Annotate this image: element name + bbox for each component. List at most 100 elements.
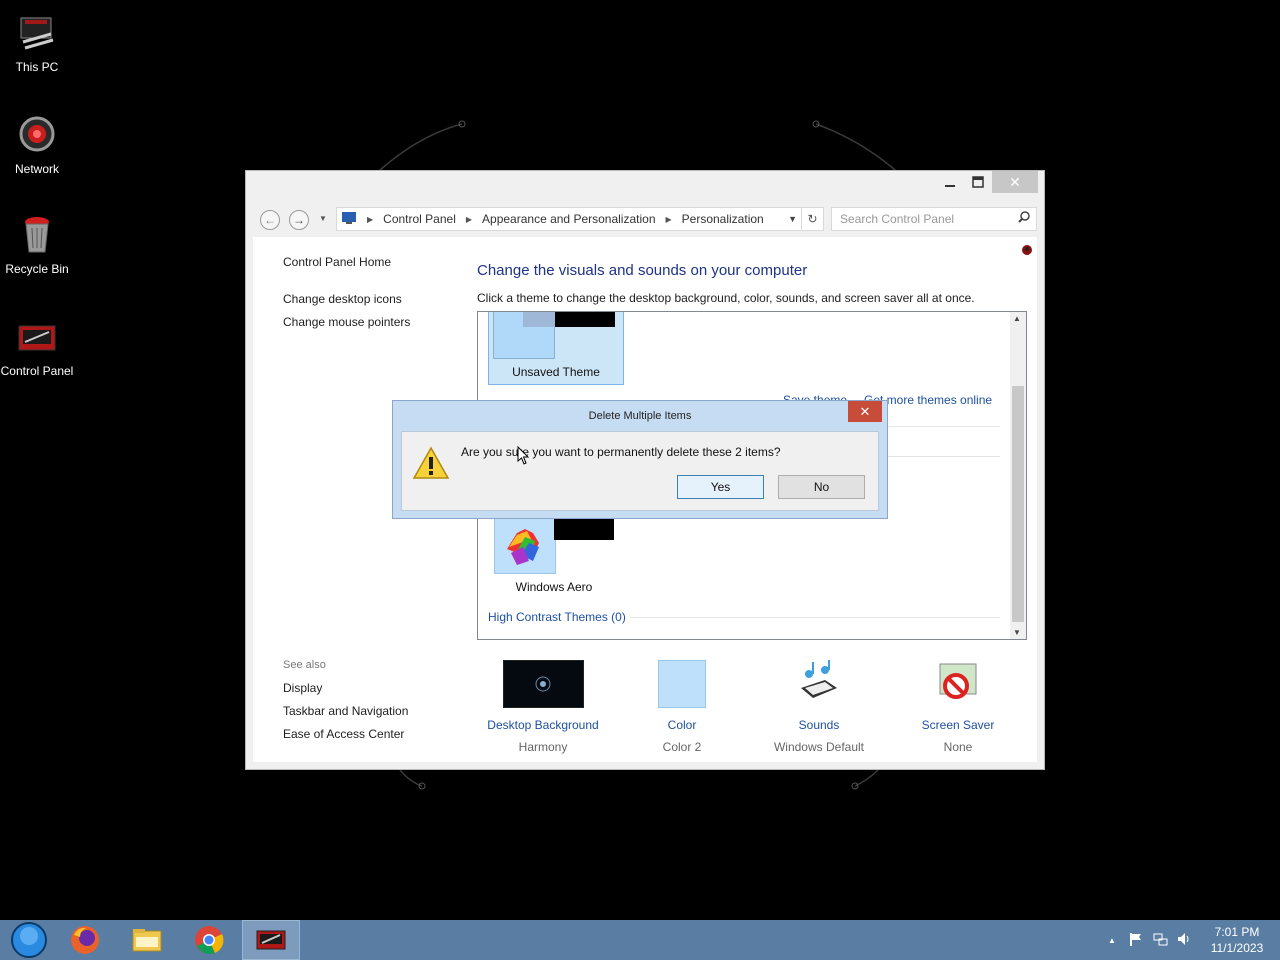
recycle-bin-icon xyxy=(15,214,59,258)
see-also-taskbar-navigation[interactable]: Taskbar and Navigation xyxy=(283,704,408,718)
clock-date: 11/1/2023 xyxy=(1210,941,1264,955)
network-icon xyxy=(15,114,59,158)
maximize-icon xyxy=(972,176,984,188)
theme-label-windows-aero: Windows Aero xyxy=(515,580,593,594)
close-icon: ✕ xyxy=(859,403,871,419)
start-button[interactable] xyxy=(0,920,58,960)
theme-tile-windows-aero[interactable]: Windows Aero xyxy=(492,518,616,598)
sidebar-link-change-mouse-pointers[interactable]: Change mouse pointers xyxy=(283,315,410,329)
breadcrumb-separator-icon: ▶ xyxy=(665,214,672,224)
desktop-icon-label: Control Panel xyxy=(0,364,74,378)
taskbar-file-explorer[interactable] xyxy=(118,920,176,960)
theme-preview-strip xyxy=(523,312,555,327)
desktop-icon-recycle-bin[interactable]: Recycle Bin xyxy=(0,214,74,276)
yes-button[interactable]: Yes xyxy=(677,475,764,499)
desktop-background-label: Desktop Background xyxy=(487,718,599,732)
control-panel-icon xyxy=(15,316,59,360)
theme-list-scrollbar[interactable]: ▲ ▼ xyxy=(1010,312,1026,639)
scrollbar-thumb[interactable] xyxy=(1012,386,1024,622)
desktop-icon-control-panel[interactable]: Control Panel xyxy=(0,316,74,378)
warning-icon xyxy=(412,446,450,485)
scroll-down-icon[interactable]: ▼ xyxy=(1013,628,1021,637)
search-icon[interactable] xyxy=(1018,211,1030,226)
search-input[interactable]: Search Control Panel xyxy=(831,207,1037,231)
action-center-flag-icon[interactable] xyxy=(1128,931,1144,950)
this-pc-icon xyxy=(15,12,59,56)
control-panel-small-icon xyxy=(341,211,357,228)
desktop-background-setting[interactable]: Desktop Background Harmony xyxy=(483,660,603,754)
taskbar-control-panel[interactable] xyxy=(242,920,300,960)
see-also-section: See also Display Taskbar and Navigation … xyxy=(283,659,408,741)
sidebar-link-change-desktop-icons[interactable]: Change desktop icons xyxy=(283,292,410,306)
taskbar-chrome[interactable] xyxy=(180,920,238,960)
address-dropdown-icon[interactable]: ▼ xyxy=(788,214,797,224)
back-button[interactable]: ← xyxy=(260,210,280,230)
sounds-label: Sounds xyxy=(798,718,840,732)
see-also-heading: See also xyxy=(283,659,326,671)
title-bar: ✕ xyxy=(246,171,1044,199)
sidebar-link-control-panel-home[interactable]: Control Panel Home xyxy=(283,255,410,269)
taskbar: ▲ 7:01 PM 11/1/2023 xyxy=(0,920,1280,960)
page-subtitle: Click a theme to change the desktop back… xyxy=(477,291,975,305)
sounds-value: Windows Default xyxy=(773,740,865,754)
desktop-icon-network[interactable]: Network xyxy=(0,114,74,176)
minimize-icon xyxy=(945,185,955,187)
recent-pages-dropdown[interactable]: ▼ xyxy=(319,214,327,223)
firefox-icon xyxy=(71,926,99,954)
screen-saver-setting[interactable]: Screen Saver None xyxy=(903,660,1013,754)
help-icon[interactable] xyxy=(1021,243,1033,261)
sounds-setting[interactable]: Sounds Windows Default xyxy=(759,660,879,754)
mouse-cursor-icon xyxy=(517,446,530,465)
breadcrumb-personalization[interactable]: Personalization xyxy=(682,212,764,226)
theme-color-preview xyxy=(494,518,556,574)
show-hidden-icons-button[interactable]: ▲ xyxy=(1108,936,1116,945)
close-icon: ✕ xyxy=(1009,173,1021,190)
high-contrast-themes-heading[interactable]: High Contrast Themes (0) xyxy=(488,610,626,624)
desktop-background-value: Harmony xyxy=(518,740,568,754)
screen-saver-icon xyxy=(934,660,982,708)
scroll-up-icon[interactable]: ▲ xyxy=(1013,314,1021,323)
chrome-icon xyxy=(195,926,224,955)
address-bar[interactable]: ▶ Control Panel ▶ Appearance and Persona… xyxy=(336,207,824,231)
desktop-background-thumbnail xyxy=(502,660,584,708)
start-orb-icon xyxy=(11,922,47,958)
clock-time: 7:01 PM xyxy=(1214,925,1260,939)
sounds-icon xyxy=(795,660,843,708)
theme-wallpaper-preview xyxy=(555,312,615,327)
minimize-button[interactable] xyxy=(936,171,964,193)
forward-arrow-icon: → xyxy=(293,213,305,227)
refresh-icon[interactable]: ↻ xyxy=(801,208,823,230)
desktop: This PC Network Recycle Bin Control Pane… xyxy=(0,0,1280,920)
screen-saver-value: None xyxy=(943,740,973,754)
delete-confirm-dialog: Delete Multiple Items ✕ Are you sure you… xyxy=(392,400,888,519)
breadcrumb-separator-icon: ▶ xyxy=(367,214,374,224)
network-tray-icon[interactable] xyxy=(1152,931,1168,950)
address-row: ← → ▼ ▶ Control Panel ▶ Appearance and P… xyxy=(258,207,1037,233)
forward-button[interactable]: → xyxy=(289,210,309,230)
system-tray: ▲ xyxy=(1108,920,1192,960)
no-button[interactable]: No xyxy=(778,475,865,499)
control-panel-icon xyxy=(256,930,286,950)
desktop-icon-this-pc[interactable]: This PC xyxy=(0,12,74,74)
dialog-message: Are you sure you want to permanently del… xyxy=(461,445,781,459)
color-label: Color xyxy=(667,718,697,732)
theme-tile-unsaved[interactable]: Unsaved Theme xyxy=(488,312,624,385)
dialog-body: Are you sure you want to permanently del… xyxy=(401,431,879,511)
see-also-display[interactable]: Display xyxy=(283,681,408,695)
folder-icon xyxy=(132,929,162,952)
dialog-close-button[interactable]: ✕ xyxy=(848,401,882,422)
breadcrumb-appearance[interactable]: Appearance and Personalization xyxy=(482,212,655,226)
dialog-title: Delete Multiple Items xyxy=(588,410,692,422)
taskbar-firefox[interactable] xyxy=(56,920,114,960)
breadcrumb-control-panel[interactable]: Control Panel xyxy=(383,212,456,226)
theme-label-unsaved: Unsaved Theme xyxy=(512,365,600,379)
see-also-ease-of-access[interactable]: Ease of Access Center xyxy=(283,727,408,741)
search-placeholder: Search Control Panel xyxy=(840,212,955,226)
volume-icon[interactable] xyxy=(1176,931,1192,950)
clock[interactable]: 7:01 PM 11/1/2023 xyxy=(1206,924,1268,956)
color-setting[interactable]: Color Color 2 xyxy=(632,660,732,754)
maximize-button[interactable] xyxy=(964,171,992,193)
color-value: Color 2 xyxy=(662,740,702,754)
desktop-icon-label: Network xyxy=(14,162,59,176)
close-button[interactable]: ✕ xyxy=(992,171,1038,193)
